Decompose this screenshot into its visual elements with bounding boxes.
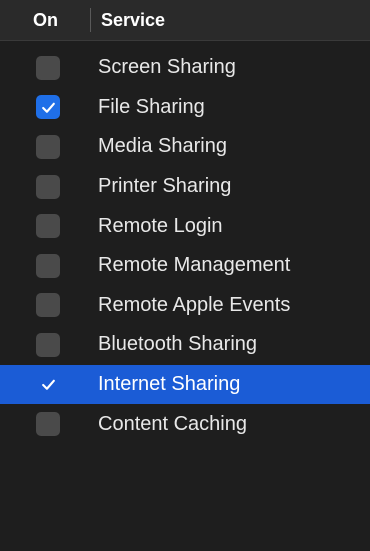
service-checkbox[interactable]: [36, 174, 60, 199]
checkmark-icon: [41, 379, 55, 390]
service-checkbox[interactable]: [36, 332, 60, 357]
on-column-header[interactable]: On: [0, 10, 90, 31]
service-column-label: Service: [101, 9, 166, 30]
service-label: Remote Management: [98, 254, 291, 277]
checkmark-icon: [41, 102, 55, 113]
service-checkbox[interactable]: [36, 253, 60, 278]
service-row[interactable]: Printer Sharing: [0, 167, 370, 207]
sharing-services-panel: On Service Screen Sharing File Sharing M…: [0, 0, 370, 551]
service-row[interactable]: Media Sharing: [0, 127, 370, 167]
on-column-label: On: [33, 9, 58, 30]
service-label: Media Sharing: [98, 135, 227, 158]
service-row[interactable]: Bluetooth Sharing: [0, 325, 370, 365]
service-checkbox[interactable]: [36, 55, 60, 80]
service-row[interactable]: Screen Sharing: [0, 48, 370, 88]
service-checkbox[interactable]: [36, 95, 60, 120]
service-label: Printer Sharing: [98, 175, 232, 198]
service-checkbox[interactable]: [36, 214, 60, 239]
service-label: Bluetooth Sharing: [98, 333, 258, 356]
service-checkbox[interactable]: [36, 134, 60, 159]
service-row[interactable]: Content Caching: [0, 404, 370, 444]
service-label: Screen Sharing: [98, 56, 236, 79]
services-list: Screen Sharing File Sharing Media Sharin…: [0, 48, 370, 444]
service-checkbox[interactable]: [36, 412, 60, 437]
service-row[interactable]: Remote Management: [0, 246, 370, 286]
service-row[interactable]: Remote Login: [0, 206, 370, 246]
service-label: Content Caching: [98, 412, 247, 435]
table-header: On Service: [0, 0, 370, 41]
service-checkbox[interactable]: [36, 293, 60, 318]
service-row[interactable]: File Sharing: [0, 88, 370, 128]
service-label: Internet Sharing: [98, 373, 241, 396]
service-checkbox[interactable]: [36, 373, 60, 397]
service-label: File Sharing: [98, 95, 205, 118]
column-divider[interactable]: [90, 8, 91, 32]
service-row[interactable]: Remote Apple Events: [0, 286, 370, 326]
service-label: Remote Login: [98, 214, 223, 237]
service-row[interactable]: Internet Sharing: [0, 364, 370, 405]
service-column-header[interactable]: Service: [90, 10, 165, 31]
service-label: Remote Apple Events: [98, 293, 291, 316]
